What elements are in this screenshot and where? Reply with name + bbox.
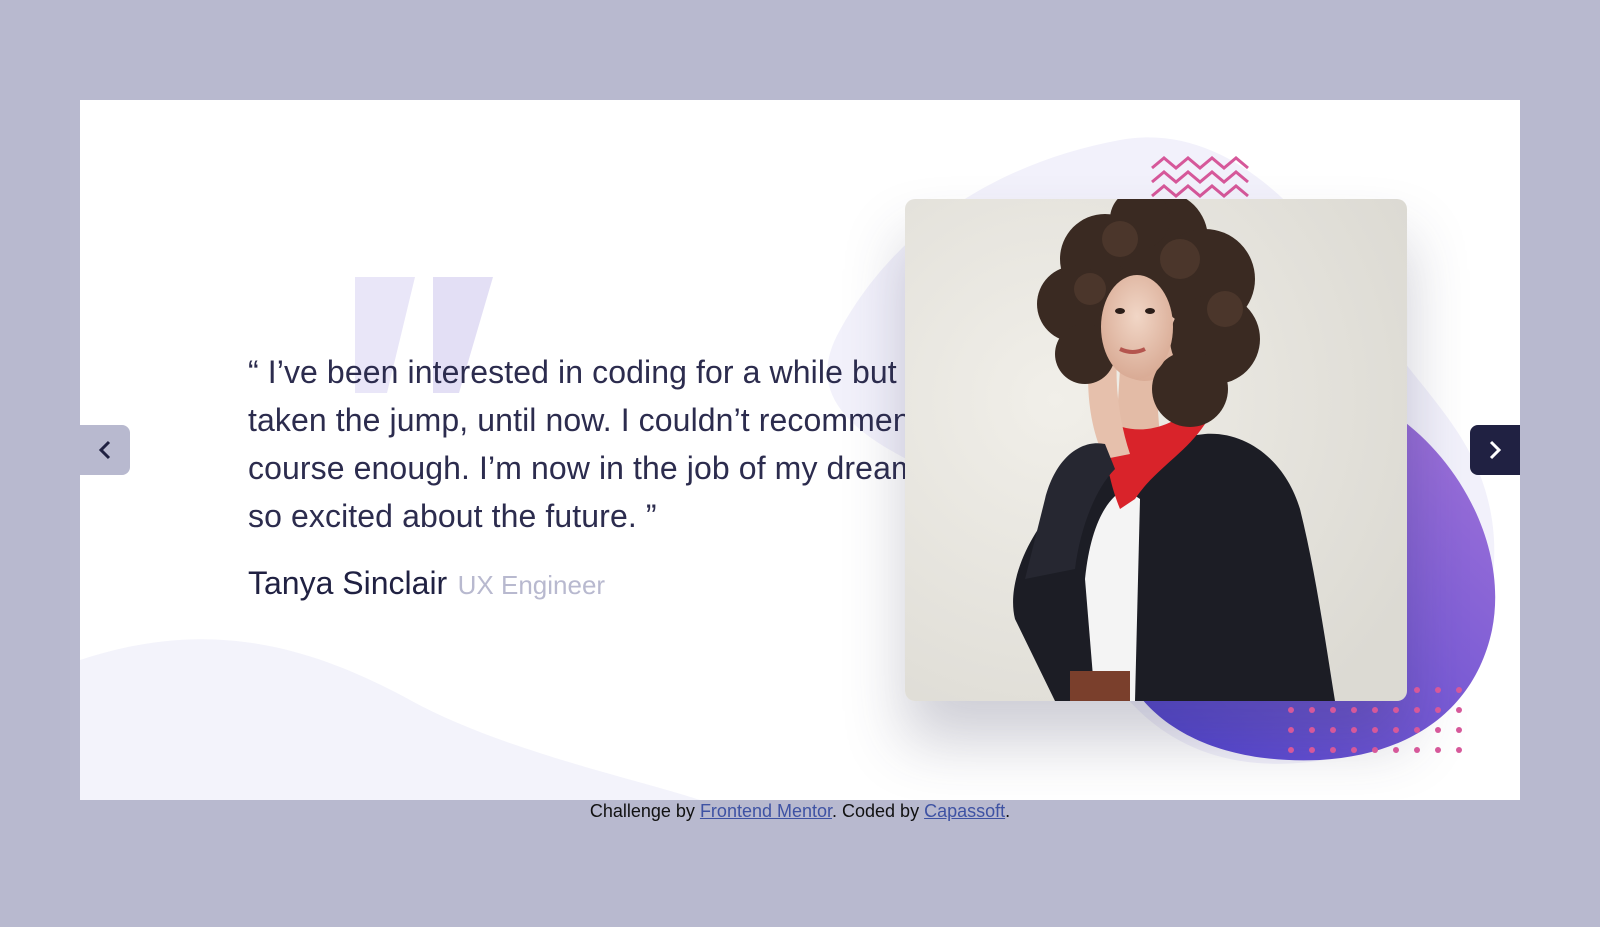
attribution-middle: . Coded by xyxy=(832,801,925,821)
zigzag-pattern-icon xyxy=(1151,156,1249,198)
chevron-right-icon xyxy=(1489,440,1502,460)
frontend-mentor-link[interactable]: Frontend Mentor xyxy=(700,801,832,821)
next-button[interactable] xyxy=(1470,425,1520,475)
attribution: Challenge by Frontend Mentor. Coded by C… xyxy=(0,801,1600,822)
portrait-image xyxy=(905,199,1407,701)
attribution-suffix: . xyxy=(1005,801,1011,821)
author-link[interactable]: Capassoft xyxy=(924,801,1005,821)
testimonial-quote: “ I’ve been interested in coding for a w… xyxy=(248,354,997,534)
prev-button[interactable] xyxy=(80,425,130,475)
chevron-left-icon xyxy=(98,440,111,460)
author-role: UX Engineer xyxy=(457,570,606,600)
testimonial-author: Tanya Sinclair UX Engineer xyxy=(248,565,605,602)
attribution-prefix: Challenge by xyxy=(589,801,700,821)
testimonial-card: “ I’ve been interested in coding for a w… xyxy=(80,100,1520,800)
dots-pattern-icon xyxy=(1288,687,1462,753)
author-name: Tanya Sinclair xyxy=(248,565,448,601)
testimonial-photo xyxy=(905,199,1407,701)
